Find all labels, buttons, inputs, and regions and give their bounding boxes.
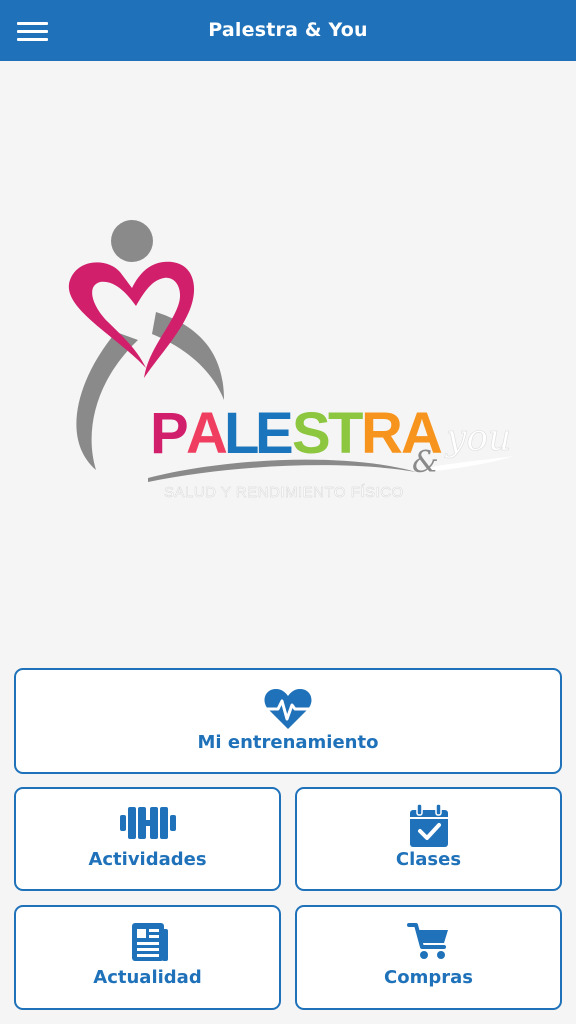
tile-mi-entrenamiento[interactable]: Mi entrenamiento xyxy=(14,668,562,774)
logo-letter-e: E xyxy=(255,401,294,466)
tile-label: Mi entrenamiento xyxy=(197,732,379,753)
tile-actualidad[interactable]: Actualidad xyxy=(14,905,281,1010)
palestra-logo: P A L E S T R A & you SALUD Y RENDIMIENT… xyxy=(56,210,526,510)
logo-figure-arm xyxy=(152,312,224,400)
logo-letter-r: R xyxy=(361,401,403,466)
tile-label: Actividades xyxy=(88,849,207,870)
tile-label: Compras xyxy=(384,967,473,988)
tile-clases[interactable]: Clases xyxy=(295,787,562,891)
heart-pulse-icon xyxy=(263,687,313,735)
app-title: Palestra & You xyxy=(208,19,368,41)
logo-letter-s: S xyxy=(292,401,331,466)
dumbbell-icon xyxy=(118,803,178,847)
logo-heart xyxy=(68,261,195,378)
home-screen: Palestra & You P A L E S T R A & you SAL… xyxy=(0,0,576,1024)
logo-letter-t: T xyxy=(328,401,363,466)
shopping-cart-icon xyxy=(406,921,451,965)
tile-label: Clases xyxy=(395,849,462,870)
logo-you: you xyxy=(444,418,511,459)
logo-letter-a1: A xyxy=(186,401,228,466)
app-bar: Palestra & You xyxy=(0,0,576,61)
tile-actividades[interactable]: Actividades xyxy=(14,787,281,891)
tile-compras[interactable]: Compras xyxy=(295,905,562,1010)
logo-figure-body xyxy=(76,332,138,470)
tile-label: Actualidad xyxy=(93,967,202,988)
calendar-check-icon xyxy=(408,803,450,853)
logo-ampersand: & xyxy=(412,445,439,480)
logo-letter-p: P xyxy=(150,401,189,466)
newspaper-icon xyxy=(126,921,170,967)
logo-tagline: SALUD Y RENDIMIENTO FÍSICO xyxy=(164,484,404,501)
logo-figure-head xyxy=(111,220,153,262)
